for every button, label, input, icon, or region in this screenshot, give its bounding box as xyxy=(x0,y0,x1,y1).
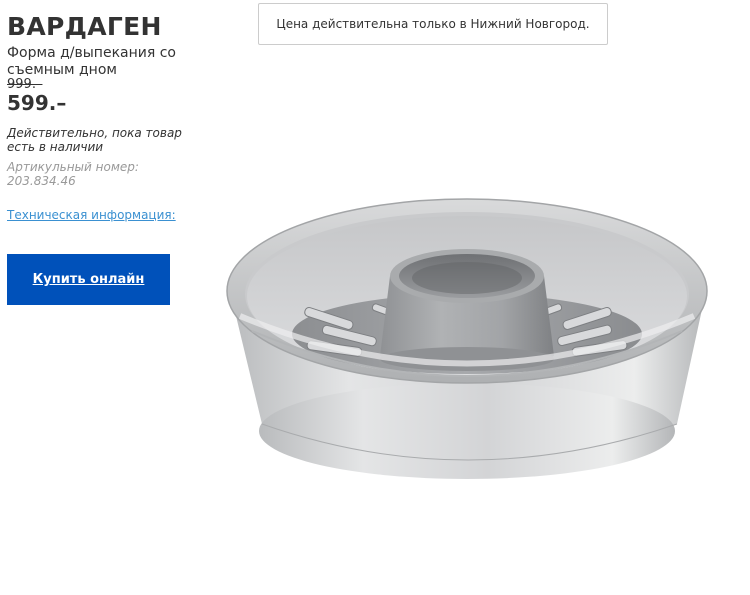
price-region-notice: Цена действительна только в Нижний Новго… xyxy=(258,3,608,45)
product-name: ВАРДАГЕН xyxy=(7,12,162,41)
product-description: Форма д/выпекания со съемным дном xyxy=(7,45,176,78)
buy-online-button[interactable]: Купить онлайн xyxy=(7,254,170,305)
cake-pan-image xyxy=(226,198,708,479)
product-info: ВАРДАГЕН Форма д/выпекания со съемным дн… xyxy=(7,12,207,223)
new-price: 599.– xyxy=(7,91,67,115)
notice-text: Цена действительна только в Нижний Новго… xyxy=(276,17,590,31)
availability-note: Действительно, пока товар есть в наличии xyxy=(7,126,182,154)
article-number: Артикульный номер: 203.834.46 xyxy=(7,160,139,188)
old-price: 999.– xyxy=(7,77,43,92)
tech-info-link[interactable]: Техническая информация: xyxy=(7,208,176,222)
